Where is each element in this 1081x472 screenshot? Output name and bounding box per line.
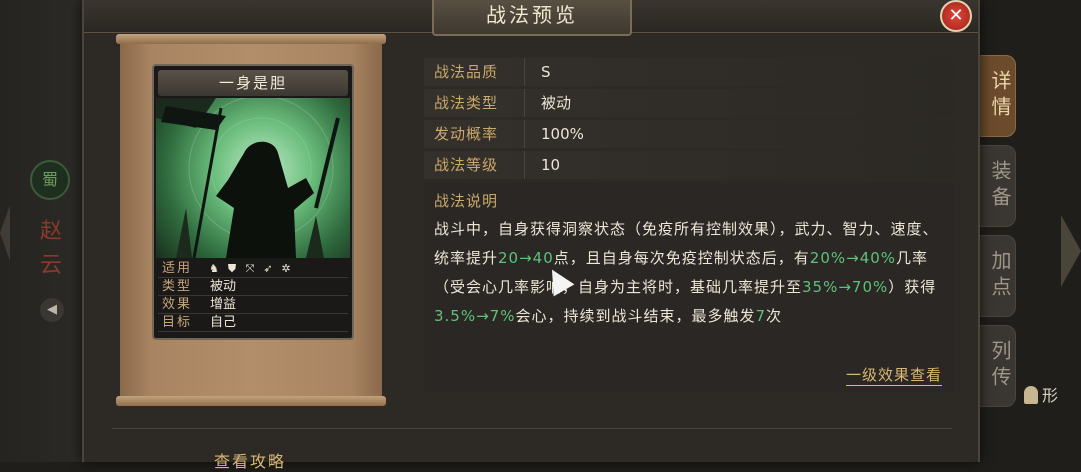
side-tab-bar: 详情 装备 加点 列传: [978, 55, 1016, 415]
card-row-troops: 适用 ♞ ⛊ ⤧ ➶ ✲: [158, 260, 348, 278]
desc-segment: 次: [766, 307, 783, 325]
archer-icon: ⤧: [245, 261, 255, 275]
stat-value: 100%: [541, 125, 584, 143]
card-row-target: 目标 自己: [158, 314, 348, 332]
skill-description: 战法说明 战斗中，自身获得洞察状态（免疫所有控制效果），武力、智力、速度、统率提…: [424, 182, 954, 392]
faction-badge: 蜀: [30, 160, 70, 200]
siege-icon: ✲: [281, 261, 291, 275]
desc-highlight: 20%→40%: [809, 249, 897, 267]
next-hero-arrow-icon[interactable]: [1061, 215, 1081, 287]
card-row-effect: 效果 增益: [158, 296, 348, 314]
desc-highlight: 20→40: [498, 249, 554, 267]
desc-segment: 会心，持续到战斗结束，最多触发: [515, 307, 756, 325]
hero-name: 赵云: [40, 219, 63, 278]
level-one-effect-link[interactable]: 一级效果查看: [845, 364, 942, 386]
dialog-title-bar: 战法预览: [84, 0, 978, 36]
cavalry-icon: ♞: [209, 261, 219, 275]
desc-segment: ）获得: [888, 278, 937, 296]
stat-row-type: 战法类型 被动: [424, 89, 954, 117]
stat-value: 10: [541, 156, 561, 174]
stat-label: 战法品质: [424, 58, 525, 86]
stat-value: 被动: [541, 94, 572, 112]
dialog-title: 战法预览: [432, 0, 632, 36]
close-button[interactable]: ✕: [940, 0, 972, 32]
spear-icon: ➶: [263, 261, 273, 275]
pawn-icon: [1024, 386, 1038, 404]
skill-card-art: [156, 98, 350, 258]
card-row-key: 类型: [162, 279, 193, 294]
player-tag-label: 形: [1042, 386, 1059, 405]
desc-highlight: 7: [755, 307, 767, 325]
tab-equipment[interactable]: 装备: [978, 145, 1016, 227]
prev-hero-arrow-icon[interactable]: [0, 205, 10, 261]
stat-row-probability: 发动概率 100%: [424, 120, 954, 148]
warrior-silhouette-icon: [156, 98, 340, 258]
skill-card-info: 适用 ♞ ⛊ ⤧ ➶ ✲ 类型 被动 效果 增益 目标 自己: [158, 260, 348, 332]
shield-icon: ⛊: [227, 261, 237, 275]
stat-label: 发动概率: [424, 120, 525, 148]
description-label: 战法说明: [434, 192, 499, 210]
card-row-value: 被动: [210, 279, 237, 294]
stat-label: 战法等级: [424, 151, 525, 179]
tab-details[interactable]: 详情: [978, 55, 1016, 137]
card-row-key: 目标: [162, 315, 193, 330]
skill-card: 一身是胆 适用 ♞ ⛊ ⤧ ➶ ✲ 类型 被动 效果 增益 目标 自己: [152, 64, 354, 340]
card-row-type: 类型 被动: [158, 278, 348, 296]
stat-row-level: 战法等级 10: [424, 151, 954, 179]
stat-label: 战法类型: [424, 89, 525, 117]
desc-highlight: 35%→70%: [802, 278, 889, 296]
tab-biography[interactable]: 列传: [978, 325, 1016, 407]
card-row-value: 增益: [210, 297, 237, 312]
skill-preview-dialog: 战法预览 ✕ 一身是胆 适用 ♞ ⛊ ⤧ ➶ ✲ 类型 被动 效果 增益 目标 …: [82, 0, 980, 471]
skill-card-name: 一身是胆: [158, 70, 348, 96]
skill-details: 战法品质 S 战法类型 被动 发动概率 100% 战法等级 10 战法说明 战斗…: [424, 58, 954, 392]
description-text: 战斗中，自身获得洞察状态（免疫所有控制效果），武力、智力、速度、统率提升20→4…: [434, 215, 954, 331]
stat-value: S: [541, 63, 551, 81]
desc-highlight: 3.5%→7%: [434, 307, 516, 325]
desc-segment: 点，且自身每次免疫控制状态后，有: [553, 249, 810, 267]
card-row-key: 适用: [162, 261, 193, 276]
view-guide-link[interactable]: 查看攻略: [214, 448, 286, 472]
card-row-key: 效果: [162, 297, 193, 312]
card-row-value: 自己: [210, 315, 237, 330]
player-tag[interactable]: 形: [1024, 382, 1058, 406]
divider: [112, 428, 952, 429]
tab-add-points[interactable]: 加点: [978, 235, 1016, 317]
stat-row-quality: 战法品质 S: [424, 58, 954, 86]
speaker-icon[interactable]: ◀: [40, 298, 64, 322]
